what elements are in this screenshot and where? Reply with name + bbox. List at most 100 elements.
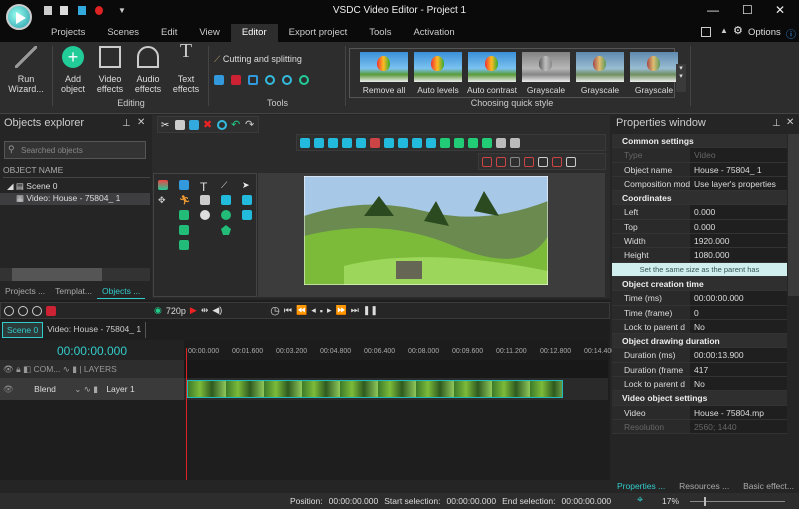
quick-style-label[interactable]: Auto contrast <box>462 85 522 95</box>
resolution-dropdown[interactable]: 720p <box>166 306 186 316</box>
video-frame[interactable] <box>304 176 548 285</box>
playhead[interactable] <box>186 348 187 480</box>
property-value[interactable]: 1920.000 <box>690 234 787 248</box>
gear-icon[interactable]: ⚙ <box>733 24 743 37</box>
paste-icon[interactable] <box>189 119 199 130</box>
grid-tool-icon[interactable] <box>496 156 506 167</box>
line-tool-icon[interactable]: ⟋ <box>221 180 231 190</box>
property-value[interactable]: 0.000 <box>690 205 787 219</box>
maximize-button[interactable]: ☐ <box>742 3 753 17</box>
property-value[interactable]: 0 <box>690 305 787 319</box>
video-icon[interactable] <box>179 240 189 250</box>
video-effects-button[interactable]: Video effects <box>92 46 128 94</box>
layer-row[interactable]: 👁︎ Blend ⌄ ∿ ▮ Layer 1 <box>0 378 184 400</box>
split-icon[interactable] <box>231 75 241 85</box>
image-icon[interactable] <box>179 210 189 220</box>
tab-editor[interactable]: Editor <box>230 24 278 42</box>
property-value[interactable]: Use layer's properties <box>690 176 787 191</box>
quick-style-label[interactable]: Grayscale <box>624 85 684 95</box>
quick-style-label[interactable]: Grayscale <box>570 85 630 95</box>
align-tool-icon[interactable] <box>440 137 450 148</box>
add-object-button[interactable]: + Add object <box>56 46 90 94</box>
step-back-icon[interactable]: ◂ <box>311 305 316 316</box>
blend-mode-dropdown[interactable]: Blend <box>34 384 56 394</box>
property-value[interactable]: House - 75804.mp <box>690 405 787 419</box>
copy-icon[interactable] <box>175 119 185 130</box>
explorer-tab[interactable]: Projects ... <box>0 284 50 299</box>
grid-tool-icon[interactable] <box>566 156 576 167</box>
align-tool-icon[interactable] <box>328 137 338 148</box>
move-icon[interactable]: ✥ <box>158 195 168 205</box>
close-panel-icon[interactable]: ✕ <box>137 117 145 128</box>
align-tool-icon[interactable] <box>426 137 436 148</box>
visibility-icon[interactable]: 👁︎ <box>3 364 14 374</box>
property-value[interactable]: 00:00:00.000 <box>690 291 787 305</box>
tab-view[interactable]: View <box>188 24 230 42</box>
lock-icon[interactable]: 🔒︎ <box>16 364 21 374</box>
video-clip[interactable] <box>187 380 563 398</box>
explorer-tab[interactable]: Templat... <box>50 284 97 299</box>
fast-forward-icon[interactable]: ⏩ <box>335 305 346 316</box>
zoom-slider-thumb[interactable] <box>704 497 706 506</box>
rotate-right-icon[interactable] <box>282 75 292 85</box>
zoom-slider[interactable] <box>690 497 785 506</box>
time-ruler[interactable]: 00:00.000 00:01.600 00:03.200 00:04.800 00:0… <box>184 340 615 360</box>
align-tool-icon[interactable] <box>454 137 464 148</box>
property-value[interactable]: No <box>690 377 787 391</box>
quick-style-label[interactable]: Auto levels <box>408 85 468 95</box>
align-tool-icon[interactable] <box>412 137 422 148</box>
options-button[interactable]: Options <box>748 27 781 38</box>
tab-tools[interactable]: Tools <box>358 24 402 42</box>
property-section[interactable]: Object drawing duration <box>612 334 787 349</box>
properties-tab[interactable]: Basic effect... <box>738 479 799 494</box>
property-section[interactable]: Video object settings <box>612 391 787 406</box>
quick-style-thumb[interactable] <box>360 52 408 82</box>
align-tool-icon[interactable] <box>468 137 478 148</box>
align-tool-icon[interactable] <box>342 137 352 148</box>
quick-style-label[interactable]: Remove all <box>354 85 414 95</box>
go-start-icon[interactable]: ⏮ <box>284 305 292 316</box>
tree-item-scene[interactable]: ◢ ▤ Scene 0 <box>3 181 58 193</box>
property-section[interactable]: Object creation time <box>612 276 787 292</box>
ellipse-icon[interactable] <box>221 210 231 220</box>
align-tool-icon[interactable] <box>314 137 324 148</box>
vertical-scrollbar[interactable] <box>788 134 799 296</box>
callout-icon[interactable] <box>200 210 210 220</box>
audio-effects-button[interactable]: Audio effects <box>130 46 166 94</box>
property-value[interactable]: House - 75804_ 1 <box>690 162 787 176</box>
pause-icon[interactable]: ❚❚ <box>363 305 378 316</box>
align-tool-icon[interactable] <box>370 137 380 148</box>
property-value[interactable]: 0.000 <box>690 219 787 234</box>
delete-icon[interactable]: ✖ <box>203 119 213 130</box>
grid-tool-icon[interactable] <box>482 156 492 167</box>
layer-icon[interactable] <box>242 195 252 205</box>
loop-icon[interactable]: ⇹ <box>201 305 209 316</box>
tab-video-object[interactable]: Video: House - 75804_ 1 <box>43 322 147 338</box>
properties-tab[interactable]: Resources ... <box>674 479 734 494</box>
stop-icon[interactable]: ▪ <box>320 306 323 316</box>
tree-item-video[interactable]: ▦ Video: House - 75804_ 1 <box>0 193 150 205</box>
go-end-icon[interactable]: ⏭ <box>351 305 359 316</box>
crop-icon[interactable] <box>248 75 258 85</box>
property-value[interactable]: 2560; 1440 <box>690 419 787 434</box>
rewind-icon[interactable]: ⏪ <box>296 305 307 316</box>
text-effects-button[interactable]: T Text effects <box>168 41 204 94</box>
grid-tool-icon[interactable] <box>538 156 548 167</box>
align-tool-icon[interactable] <box>300 137 310 148</box>
pointer-icon[interactable]: ➤ <box>242 180 252 190</box>
clock-icon[interactable]: ◷ <box>270 304 280 317</box>
chart-icon[interactable] <box>179 180 189 190</box>
subtitle-icon[interactable] <box>200 195 210 205</box>
grid-tool-icon[interactable] <box>510 156 520 167</box>
close-button[interactable]: ✕ <box>775 3 785 17</box>
quick-style-thumb[interactable] <box>522 52 570 82</box>
rotate-left-icon[interactable] <box>265 75 275 85</box>
property-section[interactable]: Common settings <box>612 134 787 149</box>
tab-export-project[interactable]: Export project <box>278 24 359 42</box>
scissors-icon[interactable] <box>214 75 224 85</box>
gallery-scroll-button[interactable]: ▾ ▾ <box>676 64 686 92</box>
align-tool-icon[interactable] <box>398 137 408 148</box>
property-value[interactable]: No <box>690 319 787 334</box>
run-wizard-button[interactable]: Run Wizard... <box>4 46 48 94</box>
horizontal-scrollbar[interactable] <box>0 268 150 281</box>
